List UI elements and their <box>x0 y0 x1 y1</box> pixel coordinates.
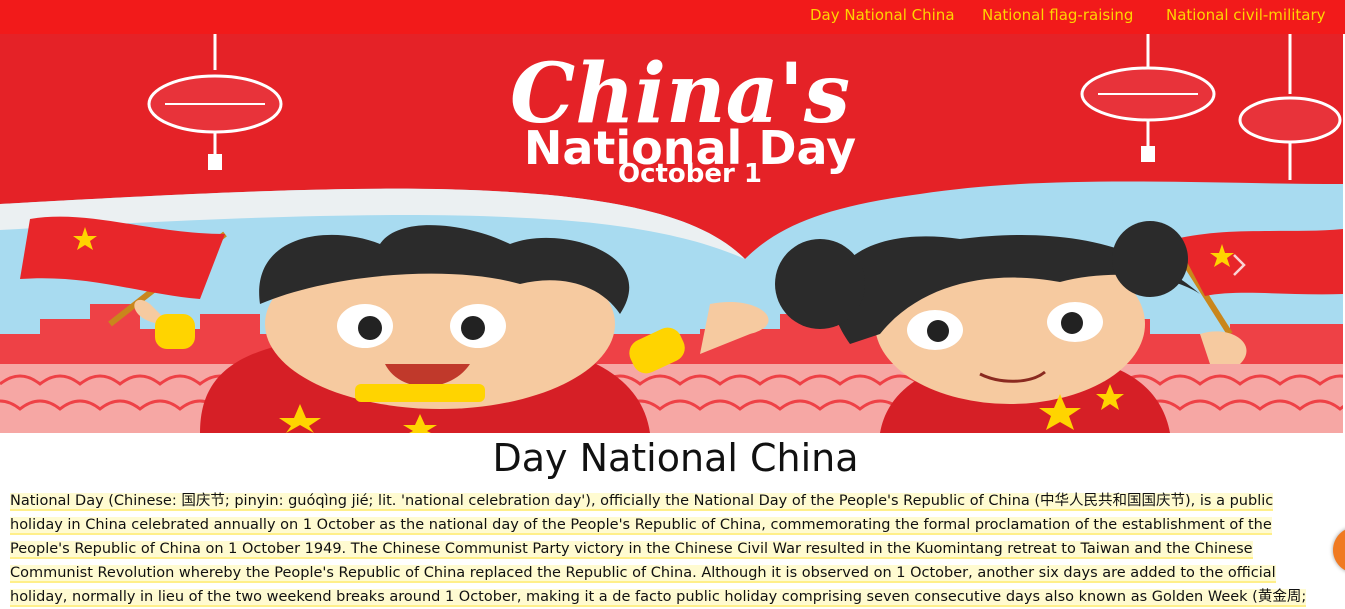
article-body-text: National Day (Chinese: 国庆节; pinyin: guóq… <box>10 493 1307 605</box>
nav-link-national-civil-military[interactable]: National civil-military <box>1166 6 1326 24</box>
article-title: Day National China <box>492 436 859 480</box>
article-body: National Day (Chinese: 国庆节; pinyin: guóq… <box>10 489 1330 609</box>
floating-action-button[interactable] <box>1333 527 1345 573</box>
carousel-next-arrow-icon[interactable] <box>1228 252 1250 278</box>
hero-illustration: China's National Day October 1 <box>0 34 1343 433</box>
nav-link-day-national-china[interactable]: Day National China <box>810 6 955 24</box>
hero-banner-image: China's National Day October 1 <box>0 34 1343 433</box>
top-navigation-bar: Day National China National flag-raising… <box>0 0 1345 34</box>
banner-date-text: October 1 <box>618 159 762 189</box>
nav-link-national-flag-raising[interactable]: National flag-raising <box>982 6 1133 24</box>
